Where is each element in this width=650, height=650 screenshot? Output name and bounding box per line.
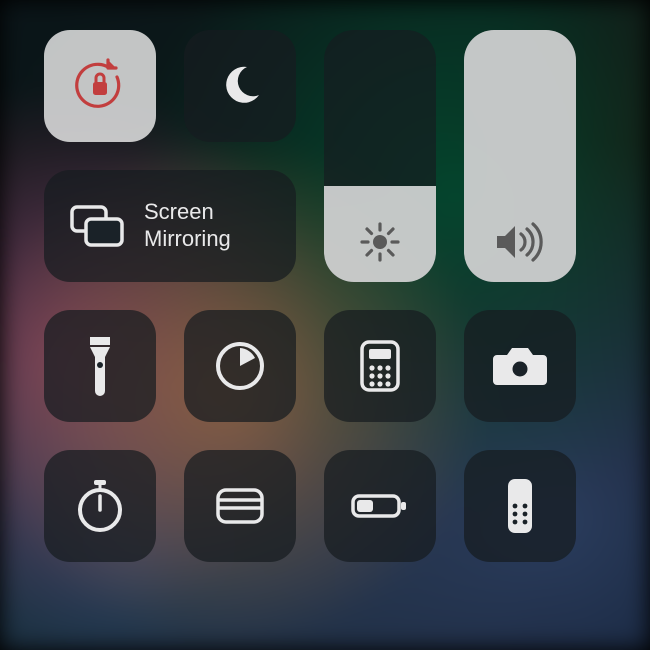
control-center: Screen Mirroring: [0, 0, 650, 650]
camera-icon: [491, 343, 549, 389]
low-power-mode-button[interactable]: [324, 450, 436, 562]
screen-mirroring-label: Screen Mirroring: [144, 199, 231, 253]
screen-mirroring-button[interactable]: Screen Mirroring: [44, 170, 296, 282]
remote-icon: [505, 476, 535, 536]
stopwatch-button[interactable]: [44, 450, 156, 562]
camera-button[interactable]: [464, 310, 576, 422]
wallet-icon: [212, 484, 268, 528]
volume-slider[interactable]: [464, 30, 576, 282]
screen-mirroring-icon: [68, 203, 126, 249]
orientation-lock-icon: [71, 57, 129, 115]
wallet-button[interactable]: [184, 450, 296, 562]
calculator-button[interactable]: [324, 310, 436, 422]
do-not-disturb-toggle[interactable]: [184, 30, 296, 142]
timer-icon: [213, 339, 267, 393]
orientation-lock-toggle[interactable]: [44, 30, 156, 142]
sun-icon: [358, 220, 402, 264]
calculator-icon: [359, 339, 401, 393]
flashlight-icon: [84, 335, 116, 397]
brightness-slider[interactable]: [324, 30, 436, 282]
flashlight-button[interactable]: [44, 310, 156, 422]
timer-button[interactable]: [184, 310, 296, 422]
apple-tv-remote-button[interactable]: [464, 450, 576, 562]
battery-icon: [349, 490, 411, 522]
stopwatch-icon: [75, 478, 125, 534]
moon-icon: [217, 63, 263, 109]
speaker-icon: [493, 220, 547, 264]
